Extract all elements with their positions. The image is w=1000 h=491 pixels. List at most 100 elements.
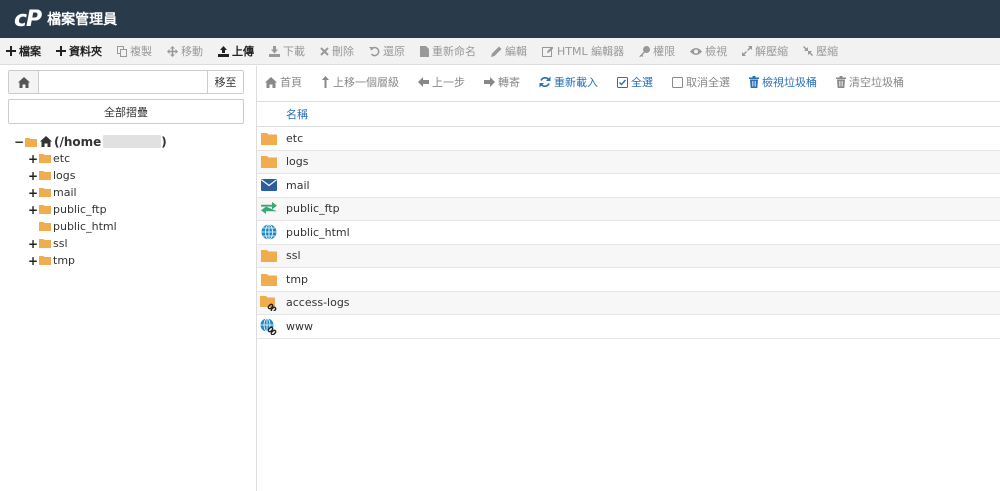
toolbar-button-label: HTML 編輯器 [557, 45, 625, 58]
cpanel-logo[interactable]: cP [14, 7, 42, 32]
tree-root-label: (/home [54, 134, 102, 149]
collapse-all-button[interactable]: 全部摺疊 [8, 99, 244, 124]
nav-button-2[interactable]: 上一步 [418, 74, 465, 90]
toolbar-button-label: 權限 [653, 45, 676, 58]
globe-icon [260, 224, 278, 241]
toolbar-button-14[interactable]: 壓縮 [803, 43, 838, 59]
expand-toggle[interactable]: + [28, 254, 38, 268]
toolbar-button-11[interactable]: 權限 [639, 43, 675, 59]
toolbar-button-label: 移動 [181, 45, 203, 58]
toolbar-button-13[interactable]: 解壓縮 [742, 43, 788, 59]
expand-toggle[interactable]: + [28, 186, 38, 200]
refresh-icon [539, 76, 554, 88]
trash-icon [749, 76, 762, 88]
toolbar-button-1[interactable]: 資料夾 [56, 43, 102, 59]
toolbar-button-3[interactable]: 移動 [167, 43, 203, 59]
folder-tree: − (/home ) + etc + logs + mail + public_ftp publ… [14, 133, 244, 269]
tree-item-etc[interactable]: + etc [14, 150, 244, 167]
toolbar-button-label: 複製 [130, 45, 152, 58]
column-header-name[interactable]: 名稱 [286, 106, 308, 122]
tree-root[interactable]: − (/home ) [14, 133, 244, 150]
table-row[interactable]: access-logs [257, 291, 1000, 315]
folder-icon [39, 154, 51, 163]
toolbar-button-2[interactable]: 複製 [117, 43, 152, 59]
table-row[interactable]: public_ftp [257, 197, 1000, 221]
folder-icon [39, 188, 51, 197]
nav-button-7[interactable]: 檢視垃圾桶 [749, 74, 817, 90]
table-row[interactable]: www [257, 315, 1000, 339]
go-button[interactable]: 移至 [207, 71, 243, 93]
toolbar-button-10[interactable]: HTML 編輯器 [542, 43, 624, 59]
table-row[interactable]: tmp [257, 268, 1000, 292]
folder-icon [260, 154, 278, 170]
plus-icon [6, 46, 19, 56]
home-icon [17, 76, 30, 88]
collapse-toggle[interactable]: − [14, 135, 24, 149]
toolbar-button-label: 編輯 [505, 45, 527, 58]
toolbar-button-0[interactable]: 檔案 [6, 43, 41, 59]
tree-item-label: tmp [53, 254, 76, 267]
toolbar-button-label: 壓縮 [816, 45, 839, 58]
app-title: 檔案管理員 [47, 12, 118, 28]
expand-toggle[interactable]: + [28, 237, 38, 251]
folder-icon [39, 222, 51, 231]
tree-item-logs[interactable]: + logs [14, 167, 244, 184]
tree-item-ssl[interactable]: + ssl [14, 235, 244, 252]
main-toolbar: 檔案 資料夾 複製 移動 上傳 下載 刪除 還原 重新命名 編輯 HTML 編輯器 權限 檢視 解壓縮 壓縮 [0, 38, 1000, 65]
file-name: etc [286, 131, 304, 145]
left-panel: 移至 全部摺疊 − (/home ) + etc + logs + mail + public… [0, 66, 250, 491]
table-row[interactable]: public_html [257, 221, 1000, 245]
navigation-toolbar: 首頁 上移一個層級 上一步 轉寄 重新載入 全選 取消全選 檢視垃圾桶 清空垃圾桶 [257, 70, 1000, 94]
expand-icon [742, 46, 755, 56]
tree-item-public-ftp[interactable]: + public_ftp [14, 201, 244, 218]
toolbar-button-label: 刪除 [332, 45, 354, 58]
edit-icon [542, 46, 557, 57]
toolbar-button-7[interactable]: 還原 [369, 43, 405, 59]
tree-item-tmp[interactable]: + tmp [14, 252, 244, 269]
tree-item-label: etc [53, 152, 71, 165]
home-icon [40, 136, 52, 147]
folder-icon [39, 171, 51, 180]
home-button[interactable] [9, 71, 39, 93]
file-name: public_html [286, 225, 350, 239]
toolbar-button-5[interactable]: 下載 [269, 43, 305, 59]
square-icon [672, 76, 686, 88]
toolbar-button-label: 下載 [283, 45, 305, 58]
table-header: 名稱 [257, 101, 1000, 127]
expand-toggle[interactable]: + [28, 152, 38, 166]
toolbar-button-9[interactable]: 編輯 [491, 43, 527, 59]
nav-button-0[interactable]: 首頁 [265, 74, 302, 90]
tree-item-label: public_html [53, 220, 117, 233]
toolbar-button-label: 上傳 [232, 45, 254, 58]
table-row[interactable]: mail [257, 174, 1000, 198]
file-icon [420, 45, 432, 57]
redacted-username [103, 135, 162, 148]
tree-item-public-html[interactable]: public_html [14, 218, 244, 235]
toolbar-button-12[interactable]: 檢視 [690, 43, 727, 59]
toolbar-button-4[interactable]: 上傳 [218, 43, 254, 59]
expand-toggle[interactable]: + [28, 203, 38, 217]
expand-toggle[interactable]: + [28, 169, 38, 183]
nav-button-label: 上一步 [432, 76, 465, 89]
trash-icon [836, 76, 849, 88]
tree-item-mail[interactable]: + mail [14, 184, 244, 201]
tree-item-label: public_ftp [53, 203, 107, 216]
toolbar-button-6[interactable]: 刪除 [320, 43, 354, 59]
folder-link-icon [260, 295, 278, 311]
table-row[interactable]: logs [257, 150, 1000, 174]
nav-button-4[interactable]: 重新載入 [539, 74, 598, 90]
nav-button-8[interactable]: 清空垃圾桶 [836, 74, 904, 90]
table-row[interactable]: etc [257, 127, 1000, 151]
nav-button-5[interactable]: 全選 [617, 74, 653, 90]
folder-icon [39, 239, 51, 248]
tree-item-label: logs [53, 169, 76, 182]
path-input[interactable] [39, 71, 207, 93]
eye-icon [690, 47, 705, 56]
nav-button-3[interactable]: 轉寄 [484, 74, 520, 90]
nav-button-label: 首頁 [280, 76, 302, 89]
nav-button-label: 全選 [631, 76, 653, 89]
toolbar-button-8[interactable]: 重新命名 [420, 43, 476, 59]
table-row[interactable]: ssl [257, 244, 1000, 268]
nav-button-1[interactable]: 上移一個層級 [321, 74, 399, 90]
nav-button-6[interactable]: 取消全選 [672, 74, 730, 90]
